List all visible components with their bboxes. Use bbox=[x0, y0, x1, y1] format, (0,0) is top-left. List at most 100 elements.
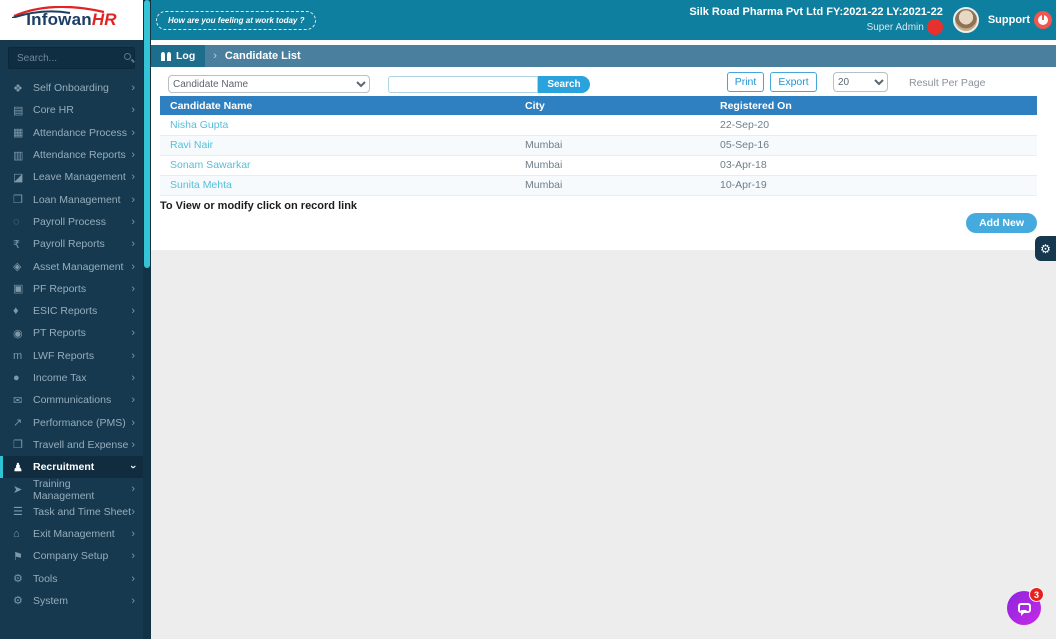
chevron-right-icon: › bbox=[131, 573, 135, 585]
chat-badge: 3 bbox=[1029, 587, 1044, 602]
sidebar-item-exit-management[interactable]: ⌂Exit Management› bbox=[0, 523, 143, 545]
chevron-right-icon: › bbox=[131, 261, 135, 273]
settings-gear-tab[interactable]: ⚙ bbox=[1035, 236, 1056, 261]
sidebar-item-attendance-process[interactable]: ▦Attendance Process› bbox=[0, 122, 143, 144]
sidebar-item-label: Training Management bbox=[33, 478, 131, 502]
chevron-right-icon: › bbox=[213, 50, 217, 62]
sidebar-item-core-hr[interactable]: ▤Core HR› bbox=[0, 99, 143, 121]
log-binoculars-icon bbox=[160, 51, 172, 62]
table-row: Nisha Gupta22-Sep-20 bbox=[160, 115, 1037, 135]
tools-icon: ⚙ bbox=[13, 572, 33, 585]
sidebar-item-label: PF Reports bbox=[33, 283, 131, 295]
candidate-name-link[interactable]: Sunita Mehta bbox=[160, 175, 515, 195]
chat-fab-button[interactable]: 3 bbox=[1007, 591, 1041, 625]
sidebar-item-label: PT Reports bbox=[33, 327, 131, 339]
app-root: InfowanHR ❖Self Onboarding›▤Core HR›▦Att… bbox=[0, 0, 1056, 639]
col-registered-on: Registered On bbox=[710, 96, 1037, 115]
sidebar-item-task-and-time-sheet[interactable]: ☰Task and Time Sheet› bbox=[0, 501, 143, 523]
search-button[interactable]: Search bbox=[538, 76, 590, 93]
sidebar-item-payroll-process[interactable]: ◌Payroll Process› bbox=[0, 211, 143, 233]
sidebar-item-travell-and-expense[interactable]: ❐Travell and Expense› bbox=[0, 434, 143, 456]
sidebar-item-label: Asset Management bbox=[33, 261, 131, 273]
result-per-page-label: Result Per Page bbox=[909, 77, 985, 89]
sidebar-item-label: Communications bbox=[33, 394, 131, 406]
record-hint-note: To View or modify click on record link bbox=[160, 200, 357, 212]
sidebar-item-system[interactable]: ⚙System› bbox=[0, 590, 143, 612]
table-row: Sonam SawarkarMumbai03-Apr-18 bbox=[160, 155, 1037, 175]
sidebar-item-label: Payroll Process bbox=[33, 216, 131, 228]
page-title: Candidate List bbox=[225, 50, 301, 62]
sidebar-item-performance-pms-[interactable]: ↗Performance (PMS)› bbox=[0, 411, 143, 433]
add-new-button[interactable]: Add New bbox=[966, 213, 1037, 233]
support-link[interactable]: Support bbox=[988, 14, 1030, 26]
pf-reports-icon: ▣ bbox=[13, 282, 33, 295]
role-line: Super Admin bbox=[689, 19, 943, 35]
chevron-right-icon: › bbox=[131, 171, 135, 183]
export-button[interactable]: Export bbox=[770, 72, 817, 92]
sidebar-item-self-onboarding[interactable]: ❖Self Onboarding› bbox=[0, 77, 143, 99]
communications-icon: ✉ bbox=[13, 394, 33, 407]
sidebar-item-tools[interactable]: ⚙Tools› bbox=[0, 568, 143, 590]
candidate-name-link[interactable]: Nisha Gupta bbox=[160, 115, 515, 135]
attendance-process-icon: ▦ bbox=[13, 126, 33, 139]
sidebar-item-label: Attendance Process bbox=[33, 127, 131, 139]
city-cell: Mumbai bbox=[515, 175, 710, 195]
sidebar-item-label: Tools bbox=[33, 573, 131, 585]
sidebar-item-payroll-reports[interactable]: ₹Payroll Reports› bbox=[0, 233, 143, 255]
registered-on-cell: 05-Sep-16 bbox=[710, 135, 1037, 155]
registered-on-cell: 03-Apr-18 bbox=[710, 155, 1037, 175]
search-input[interactable] bbox=[388, 76, 538, 93]
logo[interactable]: InfowanHR bbox=[0, 0, 143, 40]
chevron-right-icon: › bbox=[131, 327, 135, 339]
sidebar-scrollbar-thumb[interactable] bbox=[144, 0, 150, 268]
sidebar-item-attendance-reports[interactable]: ▥Attendance Reports› bbox=[0, 144, 143, 166]
system-icon: ⚙ bbox=[13, 594, 33, 607]
registered-on-cell: 10-Apr-19 bbox=[710, 175, 1037, 195]
page-size-select[interactable]: 20 bbox=[833, 72, 888, 92]
sidebar-item-company-setup[interactable]: ⚑Company Setup› bbox=[0, 545, 143, 567]
self-onboarding-icon: ❖ bbox=[13, 82, 33, 95]
candidate-table-head: Candidate Name City Registered On bbox=[160, 96, 1037, 115]
sidebar-item-label: Company Setup bbox=[33, 550, 131, 562]
sidebar-item-label: Loan Management bbox=[33, 194, 131, 206]
chevron-right-icon: › bbox=[131, 127, 135, 139]
sidebar-item-leave-management[interactable]: ◪Leave Management› bbox=[0, 166, 143, 188]
breadcrumb-log-tab[interactable]: Log bbox=[151, 45, 205, 67]
sidebar-search-input[interactable] bbox=[8, 47, 135, 69]
logout-power-icon[interactable] bbox=[1034, 11, 1052, 29]
sidebar-scrollbar[interactable] bbox=[143, 0, 151, 639]
breadcrumb: Log › Candidate List bbox=[151, 45, 1056, 67]
chevron-right-icon: › bbox=[131, 417, 135, 429]
chevron-right-icon: › bbox=[131, 595, 135, 607]
attendance-reports-icon: ▥ bbox=[13, 149, 33, 162]
lwf-reports-icon: m bbox=[13, 350, 33, 362]
performance-icon: ↗ bbox=[13, 416, 33, 429]
candidate-name-link[interactable]: Ravi Nair bbox=[160, 135, 515, 155]
esic-reports-icon: ♦ bbox=[13, 305, 33, 317]
notification-dot-icon[interactable] bbox=[927, 19, 943, 35]
sidebar-item-label: Performance (PMS) bbox=[33, 417, 131, 429]
sidebar-item-asset-management[interactable]: ◈Asset Management› bbox=[0, 255, 143, 277]
sidebar-item-loan-management[interactable]: ❒Loan Management› bbox=[0, 188, 143, 210]
print-button[interactable]: Print bbox=[727, 72, 764, 92]
sidebar-item-esic-reports[interactable]: ♦ESIC Reports› bbox=[0, 300, 143, 322]
sidebar-item-communications[interactable]: ✉Communications› bbox=[0, 389, 143, 411]
sidebar-item-recruitment[interactable]: ♟Recruitment› bbox=[0, 456, 143, 478]
chevron-right-icon: › bbox=[131, 439, 135, 451]
chevron-right-icon: › bbox=[131, 528, 135, 540]
sidebar-item-label: Leave Management bbox=[33, 171, 131, 183]
sidebar-item-income-tax[interactable]: ●Income Tax› bbox=[0, 367, 143, 389]
candidate-name-link[interactable]: Sonam Sawarkar bbox=[160, 155, 515, 175]
sidebar-item-pf-reports[interactable]: ▣PF Reports› bbox=[0, 278, 143, 300]
sidebar-item-training-management[interactable]: ➤Training Management› bbox=[0, 478, 143, 500]
search-field-select[interactable]: Candidate Name bbox=[168, 75, 370, 93]
recruitment-icon: ♟ bbox=[13, 461, 33, 474]
sidebar-item-pt-reports[interactable]: ◉PT Reports› bbox=[0, 322, 143, 344]
chevron-right-icon: › bbox=[131, 194, 135, 206]
col-city: City bbox=[515, 96, 710, 115]
mood-question-button[interactable]: How are you feeling at work today ? bbox=[156, 11, 316, 30]
sidebar-item-lwf-reports[interactable]: mLWF Reports› bbox=[0, 345, 143, 367]
logo-text: InfowanHR bbox=[26, 10, 117, 30]
avatar[interactable] bbox=[953, 7, 979, 33]
city-cell bbox=[515, 115, 710, 135]
